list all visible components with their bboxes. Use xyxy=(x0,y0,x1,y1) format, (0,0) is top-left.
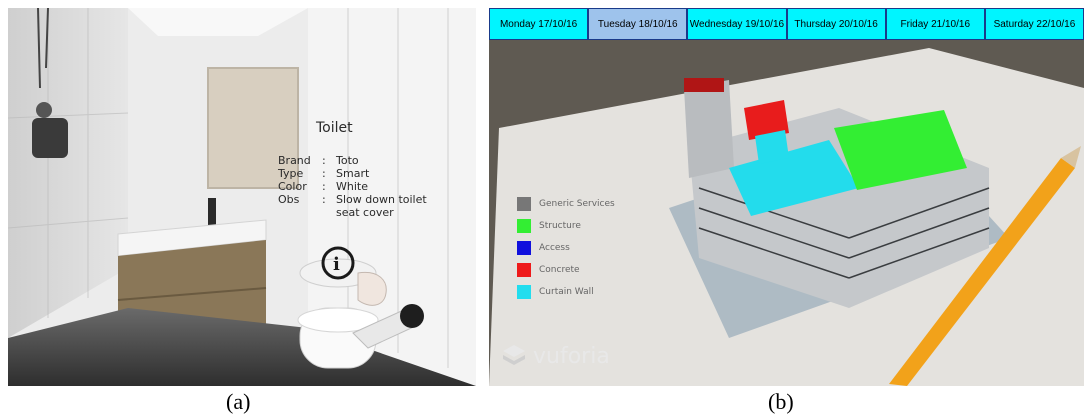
info-row-obs: Obs : Slow down toilet xyxy=(278,193,427,206)
legend-item: Curtain Wall xyxy=(517,281,615,303)
vuforia-icon xyxy=(503,345,525,365)
info-value: White xyxy=(336,180,368,193)
info-row-type: Type : Smart xyxy=(278,167,427,180)
caption-b: (b) xyxy=(768,389,794,414)
legend-swatch xyxy=(517,285,531,299)
vuforia-wordmark: vuforia xyxy=(533,343,610,369)
info-sep: : xyxy=(322,180,326,193)
info-key: Obs xyxy=(278,193,300,206)
info-row-brand: Brand : Toto xyxy=(278,154,427,167)
info-row-obs-cont: seat cover xyxy=(278,206,427,219)
info-value: Toto xyxy=(336,154,359,167)
legend: Generic Services Structure Access Concre… xyxy=(517,193,615,303)
info-table: Brand : Toto Type : Smart Color : White … xyxy=(278,154,427,219)
svg-text:i: i xyxy=(333,254,340,275)
red-roof-element xyxy=(684,78,724,92)
info-key: Type xyxy=(278,167,304,180)
legend-swatch xyxy=(517,219,531,233)
legend-item: Generic Services xyxy=(517,193,615,215)
faucet xyxy=(208,198,216,226)
shower-valve xyxy=(32,118,68,158)
tab-friday[interactable]: Friday 21/10/16 xyxy=(885,8,985,40)
info-row-color: Color : White xyxy=(278,180,427,193)
info-sep: : xyxy=(322,167,326,180)
legend-item: Concrete xyxy=(517,259,615,281)
legend-label: Structure xyxy=(539,221,581,231)
tab-thursday[interactable]: Thursday 20/10/16 xyxy=(786,8,886,40)
info-value: Smart xyxy=(336,167,370,180)
info-key: Color xyxy=(278,180,307,193)
day-tab-bar: Monday 17/10/16 Tuesday 18/10/16 Wednesd… xyxy=(489,8,1084,40)
tab-tuesday[interactable]: Tuesday 18/10/16 xyxy=(588,8,688,40)
info-sep: : xyxy=(322,193,326,206)
ar-building-image: Monday 17/10/16 Tuesday 18/10/16 Wednesd… xyxy=(489,8,1084,386)
info-value: Slow down toilet xyxy=(336,193,427,206)
info-title: Toilet xyxy=(316,120,353,136)
legend-label: Concrete xyxy=(539,265,580,275)
legend-item: Access xyxy=(517,237,615,259)
legend-item: Structure xyxy=(517,215,615,237)
legend-swatch xyxy=(517,197,531,211)
vr-controller-icon xyxy=(400,304,424,328)
info-key: Brand xyxy=(278,154,311,167)
caption-a: (a) xyxy=(226,389,251,414)
vr-bathroom-image: i Toilet Brand : Toto Type : Smart Color… xyxy=(8,8,476,386)
tab-monday[interactable]: Monday 17/10/16 xyxy=(489,8,589,40)
tab-wednesday[interactable]: Wednesday 19/10/16 xyxy=(687,8,787,40)
info-sep: : xyxy=(322,154,326,167)
legend-swatch xyxy=(517,241,531,255)
vuforia-logo: vuforia xyxy=(501,343,610,369)
info-value: seat cover xyxy=(336,206,394,219)
legend-label: Curtain Wall xyxy=(539,287,594,297)
legend-swatch xyxy=(517,263,531,277)
legend-label: Generic Services xyxy=(539,199,615,209)
legend-label: Access xyxy=(539,243,570,253)
tab-saturday[interactable]: Saturday 22/10/16 xyxy=(984,8,1084,40)
